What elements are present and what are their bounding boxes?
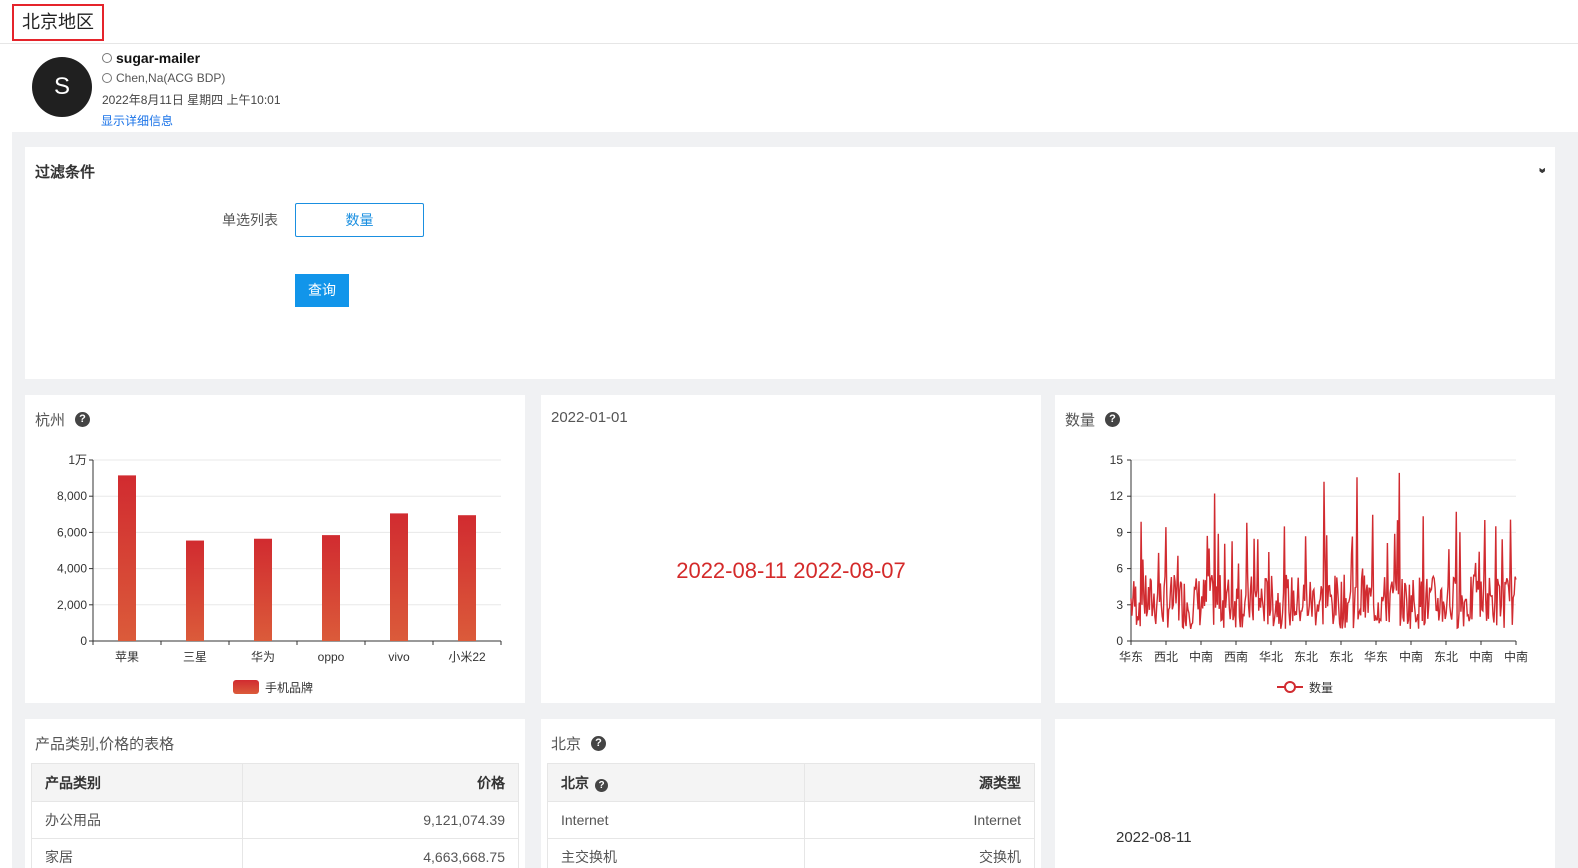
beijing-table-panel: 北京 ? 北京? 源类型 Internet Internet 主交换机 交换机 bbox=[541, 719, 1041, 868]
table2-title: 北京 ? bbox=[551, 733, 607, 754]
bar bbox=[458, 515, 476, 641]
bar-chart: 0 2,000 4,000 6,000 8,000 1万苹果 三星 华为 oppo vivo 小米2… bbox=[57, 453, 502, 695]
x-tick-label: 中南 bbox=[1504, 649, 1528, 664]
y-tick-label: 15 bbox=[1110, 453, 1124, 467]
line-chart: 03691215华东 西北 中南 西南 华北 东北 东北 华东 中南 东北 中南 中南数量 bbox=[1110, 453, 1528, 695]
y-tick-label: 6 bbox=[1116, 562, 1123, 576]
query-button[interactable]: 查询 bbox=[295, 274, 349, 307]
bar bbox=[254, 538, 272, 641]
column-header[interactable]: 价格 bbox=[241, 763, 520, 802]
table-cell: 主交换机 bbox=[547, 838, 805, 868]
bar bbox=[186, 540, 204, 641]
y-tick-label: 0 bbox=[1116, 634, 1123, 648]
bar bbox=[390, 513, 408, 641]
x-tick-label: 三星 bbox=[183, 650, 207, 664]
table-row: 家居 4,663,668.75 bbox=[31, 838, 520, 868]
category-price-table: 产品类别 价格 办公用品 9,121,074.39 家居 4,663,668.7… bbox=[31, 763, 520, 868]
dashboard: 过滤条件 ›› 单选列表 数量 查询 杭州 ? 0 2,000 4,000 6,000… bbox=[12, 132, 1578, 868]
y-tick-label: 1万 bbox=[68, 453, 87, 467]
date-text-panel: 2022-08-11 bbox=[1055, 719, 1555, 868]
y-tick-label: 3 bbox=[1116, 598, 1123, 612]
table-cell: Internet bbox=[547, 801, 805, 839]
sender-name[interactable]: sugar-mailer bbox=[116, 50, 200, 66]
y-tick-label: 2,000 bbox=[57, 598, 87, 612]
table-cell: 办公用品 bbox=[31, 801, 243, 839]
recipient-line: Chen,Na(ACG BDP) bbox=[102, 71, 225, 85]
date-caption: 2022-01-01 bbox=[551, 409, 628, 426]
x-tick-label: oppo bbox=[318, 650, 345, 664]
y-tick-label: 6,000 bbox=[57, 525, 87, 539]
bar bbox=[118, 475, 136, 641]
table-cell: 交换机 bbox=[803, 838, 1036, 868]
x-tick-label: 西南 bbox=[1224, 649, 1248, 664]
recipient-name[interactable]: Chen,Na(ACG BDP) bbox=[116, 71, 225, 85]
help-icon[interactable]: ? bbox=[595, 778, 608, 792]
x-tick-label: 东北 bbox=[1294, 650, 1318, 664]
show-details-link[interactable]: 显示详细信息 bbox=[101, 112, 173, 129]
x-tick-label: 东北 bbox=[1329, 650, 1353, 664]
table2-title-text: 北京 bbox=[551, 736, 582, 753]
table-header-row: 北京? 源类型 bbox=[547, 763, 1036, 802]
filter-label: 单选列表 bbox=[222, 212, 278, 228]
mail-header: S sugar-mailer Chen,Na(ACG BDP) 2022年8月1… bbox=[0, 44, 1578, 132]
single-select-option[interactable]: 数量 bbox=[295, 203, 424, 237]
y-tick-label: 0 bbox=[80, 634, 87, 648]
status-ring-icon bbox=[102, 73, 112, 83]
legend-swatch bbox=[233, 680, 259, 694]
table-cell: Internet bbox=[803, 801, 1036, 839]
table1-title: 产品类别,价格的表格 bbox=[35, 736, 175, 753]
status-ring-icon bbox=[102, 53, 112, 63]
table-row: 办公用品 9,121,074.39 bbox=[31, 801, 520, 839]
category-price-table-panel: 产品类别,价格的表格 产品类别 价格 办公用品 9,121,074.39 家居 … bbox=[25, 719, 525, 868]
x-tick-label: 华北 bbox=[1259, 650, 1283, 664]
x-tick-label: 小米22 bbox=[448, 650, 486, 664]
y-tick-label: 4,000 bbox=[57, 562, 87, 576]
table-cell: 家居 bbox=[31, 838, 243, 868]
mail-date: 2022年8月11日 星期四 上午10:01 bbox=[102, 93, 281, 107]
table-cell: 9,121,074.39 bbox=[241, 801, 520, 839]
table-cell: 4,663,668.75 bbox=[241, 838, 520, 868]
column-header[interactable]: 产品类别 bbox=[31, 763, 243, 802]
x-tick-label: 华东 bbox=[1364, 650, 1388, 664]
date-text: 2022-08-11 bbox=[1116, 829, 1192, 846]
chevron-double-down-icon[interactable]: ›› bbox=[1535, 167, 1551, 170]
legend-marker bbox=[1284, 681, 1296, 693]
filter-panel: 过滤条件 ›› 单选列表 数量 查询 bbox=[25, 147, 1555, 379]
page-title: 北京地区 bbox=[12, 4, 104, 41]
sender-line: sugar-mailer bbox=[102, 50, 200, 66]
y-tick-label: 12 bbox=[1110, 489, 1124, 503]
y-tick-label: 8,000 bbox=[57, 489, 87, 503]
table-row: 主交换机 交换机 bbox=[547, 838, 1036, 868]
x-tick-label: 苹果 bbox=[115, 650, 139, 664]
title-bar: 北京地区 bbox=[0, 0, 1578, 44]
date-panel: 2022-01-01 2022-08-11 2022-08-07 bbox=[541, 395, 1041, 703]
bar bbox=[322, 535, 340, 641]
x-tick-label: 西北 bbox=[1154, 650, 1178, 664]
sender-avatar: S bbox=[32, 57, 92, 117]
legend-label: 数量 bbox=[1309, 680, 1333, 695]
x-tick-label: vivo bbox=[388, 650, 410, 664]
legend-label: 手机品牌 bbox=[265, 681, 313, 695]
column-header[interactable]: 源类型 bbox=[803, 763, 1036, 802]
line-chart-panel: 数量 ? 0 3 6 9 12 15 华东 西北 中南 西南 华北 东北 东北 华东 中南 东北 中南 中南 数量 bbox=[1055, 395, 1555, 703]
bar-chart-panel: 杭州 ? 0 2,000 4,000 6,000 8,000 1万 苹果 三星 华为 oppo vi… bbox=[25, 395, 525, 703]
x-tick-label: 中南 bbox=[1189, 649, 1213, 664]
column-header[interactable]: 北京? bbox=[547, 763, 805, 802]
y-tick-label: 9 bbox=[1116, 525, 1123, 539]
beijing-table: 北京? 源类型 Internet Internet 主交换机 交换机 bbox=[547, 763, 1036, 868]
x-tick-label: 中南 bbox=[1399, 649, 1423, 664]
table-header-row: 产品类别 价格 bbox=[31, 763, 520, 802]
x-tick-label: 华东 bbox=[1119, 650, 1143, 664]
x-tick-label: 华为 bbox=[251, 650, 275, 664]
help-icon[interactable]: ? bbox=[591, 736, 607, 751]
x-tick-label: 中南 bbox=[1469, 649, 1493, 664]
x-tick-label: 东北 bbox=[1434, 650, 1458, 664]
table-row: Internet Internet bbox=[547, 801, 1036, 839]
filter-title: 过滤条件 bbox=[35, 164, 96, 181]
column-header-text: 北京 bbox=[561, 774, 589, 791]
date-range-text: 2022-08-11 2022-08-07 bbox=[676, 558, 906, 583]
